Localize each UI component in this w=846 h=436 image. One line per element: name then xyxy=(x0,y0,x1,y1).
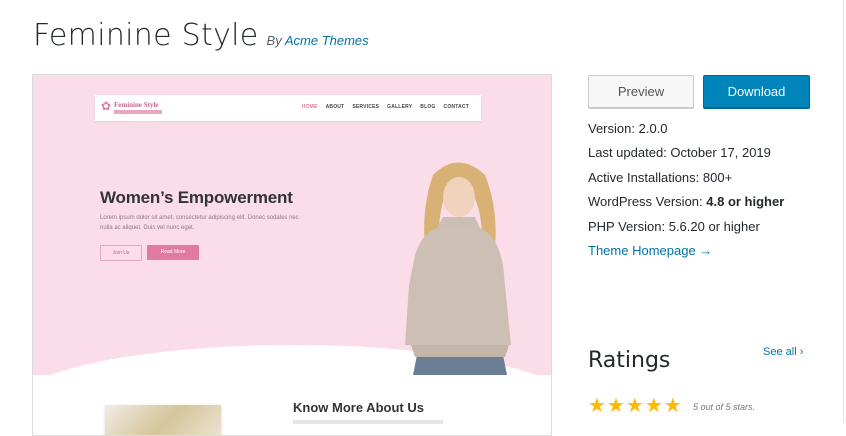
theme-title: Feminine Style xyxy=(33,18,259,53)
theme-byline: By Acme Themes xyxy=(267,33,369,48)
rating-stars: ★ ★ ★ ★ ★ xyxy=(588,396,682,416)
theme-screenshot: ✿ Feminine Style HOME ABOUT SERVICES GAL… xyxy=(32,74,552,436)
star-icon: ★ xyxy=(625,395,644,417)
screenshot-hero-text: Lorem ipsum dolor sit amet, consectetur … xyxy=(100,215,299,231)
rating-stars-text: 5 out of 5 stars. xyxy=(693,402,756,412)
byline-prefix: By xyxy=(266,33,282,48)
see-all-label: See all xyxy=(763,346,797,358)
screenshot-model-image xyxy=(405,162,511,375)
meta-updated-value: October 17, 2019 xyxy=(670,145,771,161)
star-icon: ★ xyxy=(588,395,606,417)
screenshot-about-image xyxy=(105,405,221,435)
screenshot-join-button: Join Us xyxy=(100,245,142,261)
screenshot-read-more-button: Read More xyxy=(147,245,199,260)
star-icon: ★ xyxy=(644,395,663,417)
meta-wordpress-label: WordPress Version: xyxy=(588,194,703,210)
screenshot-logo-tagline xyxy=(114,110,162,114)
meta-installs-value: 800+ xyxy=(702,169,733,185)
meta-php: PHP Version: 5.6.20 or higher xyxy=(588,219,784,243)
screenshot-about-text xyxy=(293,420,443,424)
meta-installs: Active Installations: 800+ xyxy=(588,170,784,194)
theme-header: Feminine Style By Acme Themes xyxy=(33,18,369,53)
meta-wordpress-value: 4.8 or higher xyxy=(706,194,785,210)
star-icon: ★ xyxy=(606,395,625,417)
meta-version-value: 2.0.0 xyxy=(638,121,668,136)
screenshot-menu-item: HOME xyxy=(301,104,318,110)
screenshot-menu-item: CONTACT xyxy=(443,104,469,110)
screenshot-navbar: ✿ Feminine Style HOME ABOUT SERVICES GAL… xyxy=(95,95,481,121)
meta-updated-label: Last updated: xyxy=(588,145,667,161)
meta-updated: Last updated: October 17, 2019 xyxy=(588,145,784,169)
download-button[interactable]: Download xyxy=(703,75,810,108)
screenshot-menu: HOME ABOUT SERVICES GALLERY BLOG CONTACT xyxy=(302,104,469,110)
screenshot-about-heading: Know More About Us xyxy=(293,400,424,415)
screenshot-hero-heading: Women’s Empowerment xyxy=(100,188,293,207)
meta-wordpress: WordPress Version: 4.8 or higher xyxy=(588,194,784,218)
meta-php-value: 5.6.20 or higher xyxy=(668,218,760,234)
theme-homepage-link[interactable]: Theme Homepage → xyxy=(588,243,712,258)
see-all-link[interactable]: See all › xyxy=(763,346,803,358)
screenshot-menu-item: SERVICES xyxy=(352,104,380,110)
chevron-right-icon: › xyxy=(799,346,804,358)
screenshot-logo-icon: ✿ xyxy=(101,99,112,113)
author-link[interactable]: Acme Themes xyxy=(285,33,369,48)
screenshot-menu-item: ABOUT xyxy=(325,104,345,110)
screenshot-logo-title: Feminine Style xyxy=(114,101,159,109)
screenshot-menu-item: GALLERY xyxy=(387,104,413,110)
meta-version-label: Version: xyxy=(588,121,635,136)
screenshot-menu-item: BLOG xyxy=(420,104,436,110)
preview-button[interactable]: Preview xyxy=(588,75,694,108)
star-icon: ★ xyxy=(663,395,682,417)
meta-installs-label: Active Installations: xyxy=(588,169,700,185)
theme-meta: Version: 2.0.0 Last updated: October 17,… xyxy=(588,121,784,267)
ratings-heading: Ratings xyxy=(588,348,671,373)
meta-php-label: PHP Version: xyxy=(588,218,666,234)
meta-version: Version: 2.0.0 xyxy=(588,121,784,145)
meta-homepage: Theme Homepage → xyxy=(588,243,784,267)
page-edge-divider xyxy=(843,0,844,423)
